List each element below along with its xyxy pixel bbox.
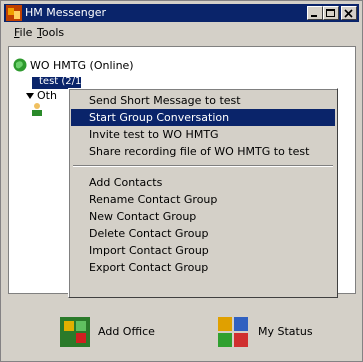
ctx-share-recording[interactable]: Share recording file of WO HMTG to test	[71, 143, 335, 160]
ctx-rename-group-label: Rename Contact Group	[89, 193, 218, 206]
ctx-new-group[interactable]: New Contact Group	[71, 208, 335, 225]
close-icon	[344, 9, 353, 18]
ctx-invite-to-wo-hmtg[interactable]: Invite test to WO HMTG	[71, 126, 335, 143]
maximize-icon	[326, 9, 335, 17]
menu-tools-rest: ools	[41, 26, 65, 39]
ctx-delete-group-label: Delete Contact Group	[89, 227, 209, 240]
menu-bar: File Tools	[4, 23, 359, 42]
menu-file[interactable]: File	[14, 26, 32, 39]
tree-node-other-label[interactable]: Oth	[37, 89, 57, 102]
ctx-new-group-label: New Contact Group	[89, 210, 197, 223]
contact-person-icon	[32, 103, 42, 116]
ctx-send-short-message[interactable]: Send Short Message to test	[71, 92, 335, 109]
ctx-import-group[interactable]: Import Contact Group	[71, 242, 335, 259]
context-menu: Send Short Message to test Start Group C…	[68, 88, 338, 298]
minimize-button[interactable]	[307, 6, 323, 20]
hm-messenger-window: HM Messenger File Tools WO HMTG (Online)…	[0, 0, 363, 362]
ctx-start-group-conversation-label: Start Group Conversation	[89, 111, 230, 124]
tree-root-label[interactable]: WO HMTG (Online)	[30, 59, 134, 72]
menu-file-rest: ile	[19, 26, 33, 39]
minimize-icon	[311, 15, 317, 17]
hm-messenger-app-icon	[6, 5, 22, 21]
ctx-import-group-label: Import Contact Group	[89, 244, 209, 257]
ctx-add-contacts[interactable]: Add Contacts	[71, 174, 335, 191]
my-status-label[interactable]: My Status	[258, 325, 313, 338]
bottom-toolbar: Add Office My Status	[8, 301, 356, 359]
ctx-delete-group[interactable]: Delete Contact Group	[71, 225, 335, 242]
add-office-label[interactable]: Add Office	[98, 325, 155, 338]
online-globe-icon	[13, 58, 27, 72]
title-bar[interactable]: HM Messenger	[4, 4, 359, 22]
context-menu-separator	[73, 165, 333, 167]
window-title: HM Messenger	[25, 6, 106, 19]
ctx-send-short-message-label: Send Short Message to test	[89, 94, 241, 107]
maximize-button[interactable]	[323, 6, 339, 20]
tree-node-test-label: test (2/11)	[39, 76, 92, 87]
ctx-export-group-label: Export Contact Group	[89, 261, 209, 274]
ctx-add-contacts-label: Add Contacts	[89, 176, 163, 189]
my-status-icon[interactable]	[218, 317, 248, 347]
menu-tools[interactable]: Tools	[37, 26, 64, 39]
expand-arrow-icon[interactable]	[26, 78, 34, 88]
ctx-share-recording-label: Share recording file of WO HMTG to test	[89, 145, 310, 158]
collapse-arrow-icon[interactable]	[25, 92, 35, 100]
add-office-icon[interactable]	[60, 317, 90, 347]
ctx-start-group-conversation[interactable]: Start Group Conversation	[71, 109, 335, 126]
close-button[interactable]	[341, 6, 357, 20]
ctx-invite-label: Invite test to WO HMTG	[89, 128, 219, 141]
ctx-rename-group[interactable]: Rename Contact Group	[71, 191, 335, 208]
ctx-export-group[interactable]: Export Contact Group	[71, 259, 335, 276]
